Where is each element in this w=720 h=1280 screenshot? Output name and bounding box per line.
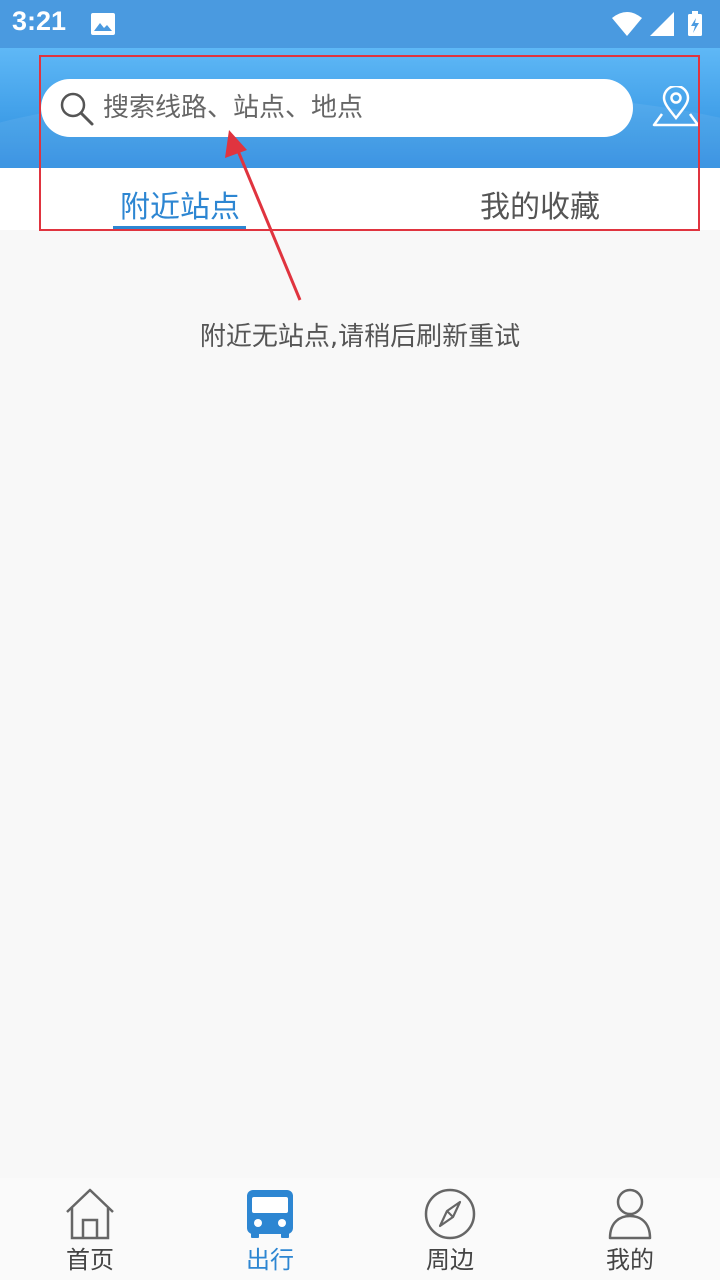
tab-bar: 附近站点 我的收藏: [0, 168, 720, 230]
status-bar: 3:21: [0, 0, 720, 48]
status-icons: [612, 11, 702, 36]
search-box[interactable]: [41, 79, 633, 137]
nav-mine-label: 我的: [606, 1246, 654, 1274]
tab-nearby-stops[interactable]: 附近站点: [112, 182, 248, 226]
battery-icon: [688, 11, 702, 36]
nav-mine[interactable]: 我的: [540, 1178, 720, 1280]
nav-home-label: 首页: [66, 1246, 114, 1274]
bus-icon: [247, 1190, 293, 1238]
status-time: 3:21: [12, 6, 67, 36]
signal-icon: [650, 12, 674, 36]
nav-home[interactable]: 首页: [0, 1178, 180, 1280]
active-tab-indicator: [113, 226, 246, 230]
search-input[interactable]: [103, 89, 613, 127]
bottom-navigation: 首页 出行 周边 我的: [0, 1178, 720, 1280]
image-notification-icon: [91, 13, 115, 35]
nav-travel-label: 出行: [246, 1246, 294, 1274]
home-icon: [66, 1188, 114, 1240]
empty-state-message: 附近无站点,请稍后刷新重试: [199, 322, 521, 352]
wifi-icon: [612, 12, 642, 36]
map-location-icon[interactable]: [652, 86, 700, 128]
nav-nearby-label: 周边: [426, 1246, 474, 1274]
compass-icon: [424, 1188, 476, 1240]
user-icon: [608, 1188, 652, 1240]
search-icon: [60, 92, 94, 126]
nav-travel[interactable]: 出行: [180, 1178, 360, 1280]
header: [0, 48, 720, 168]
nav-nearby[interactable]: 周边: [360, 1178, 540, 1280]
tab-my-favorites[interactable]: 我的收藏: [470, 182, 610, 226]
